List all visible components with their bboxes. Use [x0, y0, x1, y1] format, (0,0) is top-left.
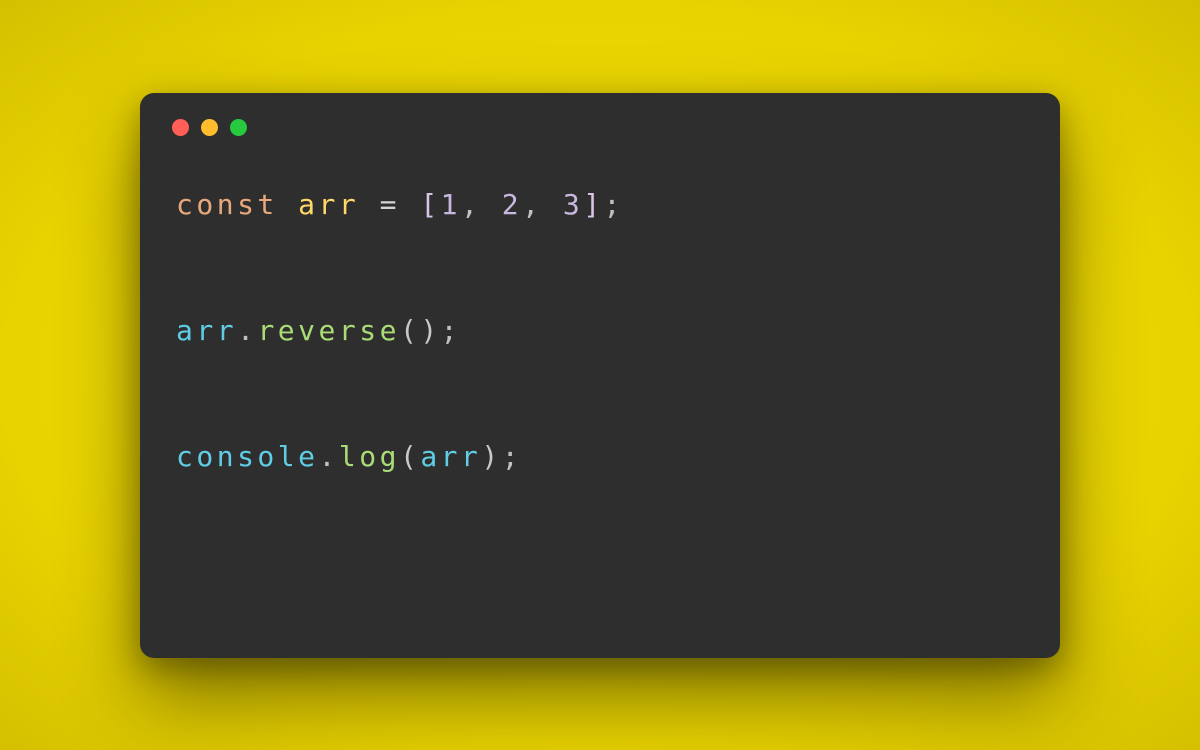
token-paren: ) — [481, 440, 501, 473]
token-number: 3 — [563, 188, 583, 221]
token-paren: ( — [400, 440, 420, 473]
code-line-1: const arr = [1, 2, 3]; — [176, 184, 1024, 226]
token-number: 2 — [502, 188, 522, 221]
close-icon[interactable] — [172, 119, 189, 136]
token-operator: = — [380, 188, 400, 221]
token-space — [400, 188, 420, 221]
token-space — [542, 188, 562, 221]
code-line-3: console.log(arr); — [176, 436, 1024, 478]
traffic-lights — [172, 119, 1024, 136]
token-dot: . — [237, 314, 257, 347]
token-object: arr — [176, 314, 237, 347]
token-dot: . — [319, 440, 339, 473]
token-paren: ) — [420, 314, 440, 347]
token-paren: ( — [400, 314, 420, 347]
blank-line — [176, 226, 1024, 310]
token-number: 1 — [441, 188, 461, 221]
token-comma: , — [461, 188, 481, 221]
code-block: const arr = [1, 2, 3]; arr.reverse(); co… — [176, 184, 1024, 478]
token-semicolon: ; — [604, 188, 624, 221]
token-keyword: const — [176, 188, 278, 221]
token-method: log — [339, 440, 400, 473]
token-argument: arr — [420, 440, 481, 473]
code-window: const arr = [1, 2, 3]; arr.reverse(); co… — [140, 93, 1060, 658]
minimize-icon[interactable] — [201, 119, 218, 136]
token-space — [481, 188, 501, 221]
token-variable: arr — [298, 188, 359, 221]
token-bracket: ] — [583, 188, 603, 221]
token-object: console — [176, 440, 319, 473]
token-semicolon: ; — [441, 314, 461, 347]
token-method: reverse — [257, 314, 400, 347]
blank-line — [176, 352, 1024, 436]
maximize-icon[interactable] — [230, 119, 247, 136]
token-space — [278, 188, 298, 221]
token-bracket: [ — [420, 188, 440, 221]
code-line-2: arr.reverse(); — [176, 310, 1024, 352]
token-comma: , — [522, 188, 542, 221]
token-space — [359, 188, 379, 221]
token-semicolon: ; — [502, 440, 522, 473]
